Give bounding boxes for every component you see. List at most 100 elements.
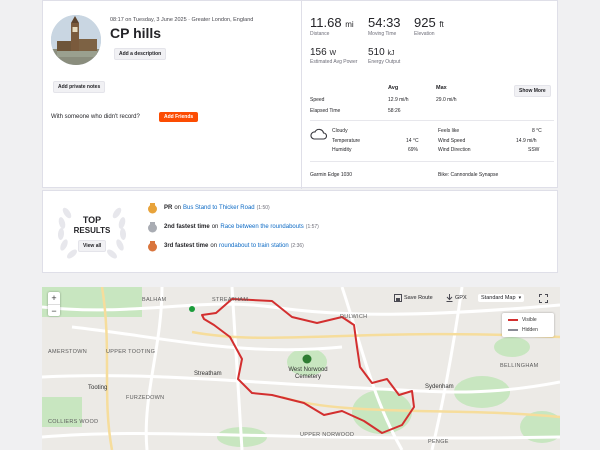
effort-on: on [174,205,182,211]
map-style-select[interactable]: Standard Map ▾ [478,294,525,302]
results-label: RESULTS [73,226,111,235]
place-streatham: Streatham [194,371,222,377]
legend-visible: Visible [508,317,537,323]
effort-time: (1:57) [305,224,319,230]
divider [310,161,554,162]
place-furzedown: FURZEDOWN [126,395,165,401]
add-description-button[interactable]: Add a description [114,48,167,60]
bike-name[interactable]: Bike: Cannondale Synapse [438,172,498,178]
stat-energy: 510 kJ Energy Output [368,47,400,65]
route-legend: Visible Hidden [502,313,554,337]
power-value: 156 [310,47,327,58]
segment-link[interactable]: Race between the roundabouts [220,224,303,230]
effort-row-3: 3rd fastest time on roundabout to train … [147,240,304,252]
distance-label: Distance [310,31,330,37]
place-upper-tooting: UPPER TOOTING [106,349,156,355]
effort-on: on [210,243,218,249]
route-map[interactable]: BALHAM STREATHAM DULWICH AMERSTOWN UPPER… [42,287,560,450]
show-more-button[interactable]: Show More [514,85,551,97]
temperature-label: Temperature [332,138,361,144]
feels-like-label: Feels like [438,128,460,134]
place-west-norwood-cemetery: West Norwood Cemetery [288,367,328,380]
segment-link[interactable]: roundabout to train station [219,243,289,249]
effort-rank: 3rd fastest time [164,243,209,249]
distance-value: 11.68 [310,15,342,30]
moving-time-value: 54:33 [368,15,401,30]
pr-medal-icon [148,202,157,213]
athlete-avatar[interactable] [51,15,101,65]
speed-avg: 12.9 mi/h [388,97,409,103]
stat-power: 156 W Estimated Avg Power [310,47,360,65]
place-sydenham: Sydenham [425,384,454,390]
speed-label: Speed [310,97,325,103]
place-amerstown: AMERSTOWN [48,349,87,355]
download-icon [446,294,453,302]
distance-unit: mi [345,20,354,29]
gpx-button[interactable]: GPX [446,294,467,302]
zoom-controls: + − [48,292,60,316]
place-balham: BALHAM [142,297,167,303]
elevation-value: 925 [414,15,436,30]
route-start-marker [189,306,195,312]
humidity-label: Humidity [332,147,352,153]
save-route-icon [394,294,402,302]
legend-visible-label: Visible [522,317,537,323]
bronze-medal-icon [148,240,157,251]
moving-time-label: Moving Time [368,31,397,37]
map-style-label: Standard Map [481,295,516,301]
temperature-value: 14 °C [406,138,419,144]
place-upper-norwood: UPPER NORWOOD [300,432,355,438]
activity-summary-card: 08:17 on Tuesday, 3 June 2025 · Greater … [42,0,559,189]
activity-stats-pane: 11.68 mi Distance 54:33 Moving Time 925 … [301,1,559,189]
place-streatham-hill: STREATHAM [212,297,249,303]
place-dulwich: DULWICH [340,314,368,320]
elapsed-time-value: 58:26 [388,108,401,114]
save-route-label: Save Route [404,295,433,301]
cloud-icon [310,127,327,145]
top-results-card: TOP RESULTS View all PR on Bus Stand to … [42,190,558,273]
activity-meta: 08:17 on Tuesday, 3 June 2025 · Greater … [110,17,254,23]
legend-hidden-label: Hidden [522,327,538,333]
effort-row-1: PR on Bus Stand to Thicker Road (1:50) [147,202,270,214]
col-max-header: Max [436,85,447,91]
add-friends-button[interactable]: Add Friends [159,112,199,122]
power-unit: W [329,50,337,57]
power-label: Estimated Avg Power [310,59,358,65]
wind-speed-label: Wind Speed [438,138,466,144]
silver-medal-icon [148,221,157,232]
device-name: Garmin Edge 1030 [310,172,352,178]
activity-title[interactable]: CP hills [110,25,161,41]
with-someone-prompt: With someone who didn't record? [51,114,140,120]
effort-rank: PR [164,205,173,211]
place-penge: PENGE [428,439,449,445]
add-private-notes-button[interactable]: Add private notes [53,81,106,93]
divider [310,120,554,121]
weather-condition: Cloudy [332,128,348,134]
place-colliers-wood: COLLIERS WOOD [48,419,99,425]
effort-rank: 2nd fastest time [164,224,210,230]
humidity-value: 69% [408,147,419,153]
wind-direction-value: SSW [528,147,540,153]
place-tooting: Tooting [88,385,108,391]
stat-distance: 11.68 mi Distance [310,15,354,37]
view-all-button[interactable]: View all [78,240,107,252]
zoom-out-button[interactable]: − [48,304,60,316]
save-route-button[interactable]: Save Route [394,294,433,302]
effort-on: on [211,224,219,230]
zoom-in-button[interactable]: + [48,292,60,304]
chevron-down-icon: ▾ [518,295,522,301]
segment-link[interactable]: Bus Stand to Thicker Road [183,205,255,211]
feels-like-value: 8 °C [532,128,542,134]
gpx-label: GPX [455,295,467,301]
elapsed-time-label: Elapsed Time [310,108,341,114]
legend-hidden: Hidden [508,327,538,333]
energy-label: Energy Output [368,59,401,65]
stat-moving-time: 54:33 Moving Time [368,15,401,37]
fullscreen-button[interactable] [539,294,548,303]
place-bellingham: BELLINGHAM [500,363,539,369]
col-avg-header: Avg [388,85,399,91]
effort-row-2: 2nd fastest time on Race between the rou… [147,221,319,233]
effort-time: (1:50) [256,205,270,211]
top-results-badge: TOP RESULTS View all [55,199,129,265]
elevation-label: Elevation [414,31,435,37]
